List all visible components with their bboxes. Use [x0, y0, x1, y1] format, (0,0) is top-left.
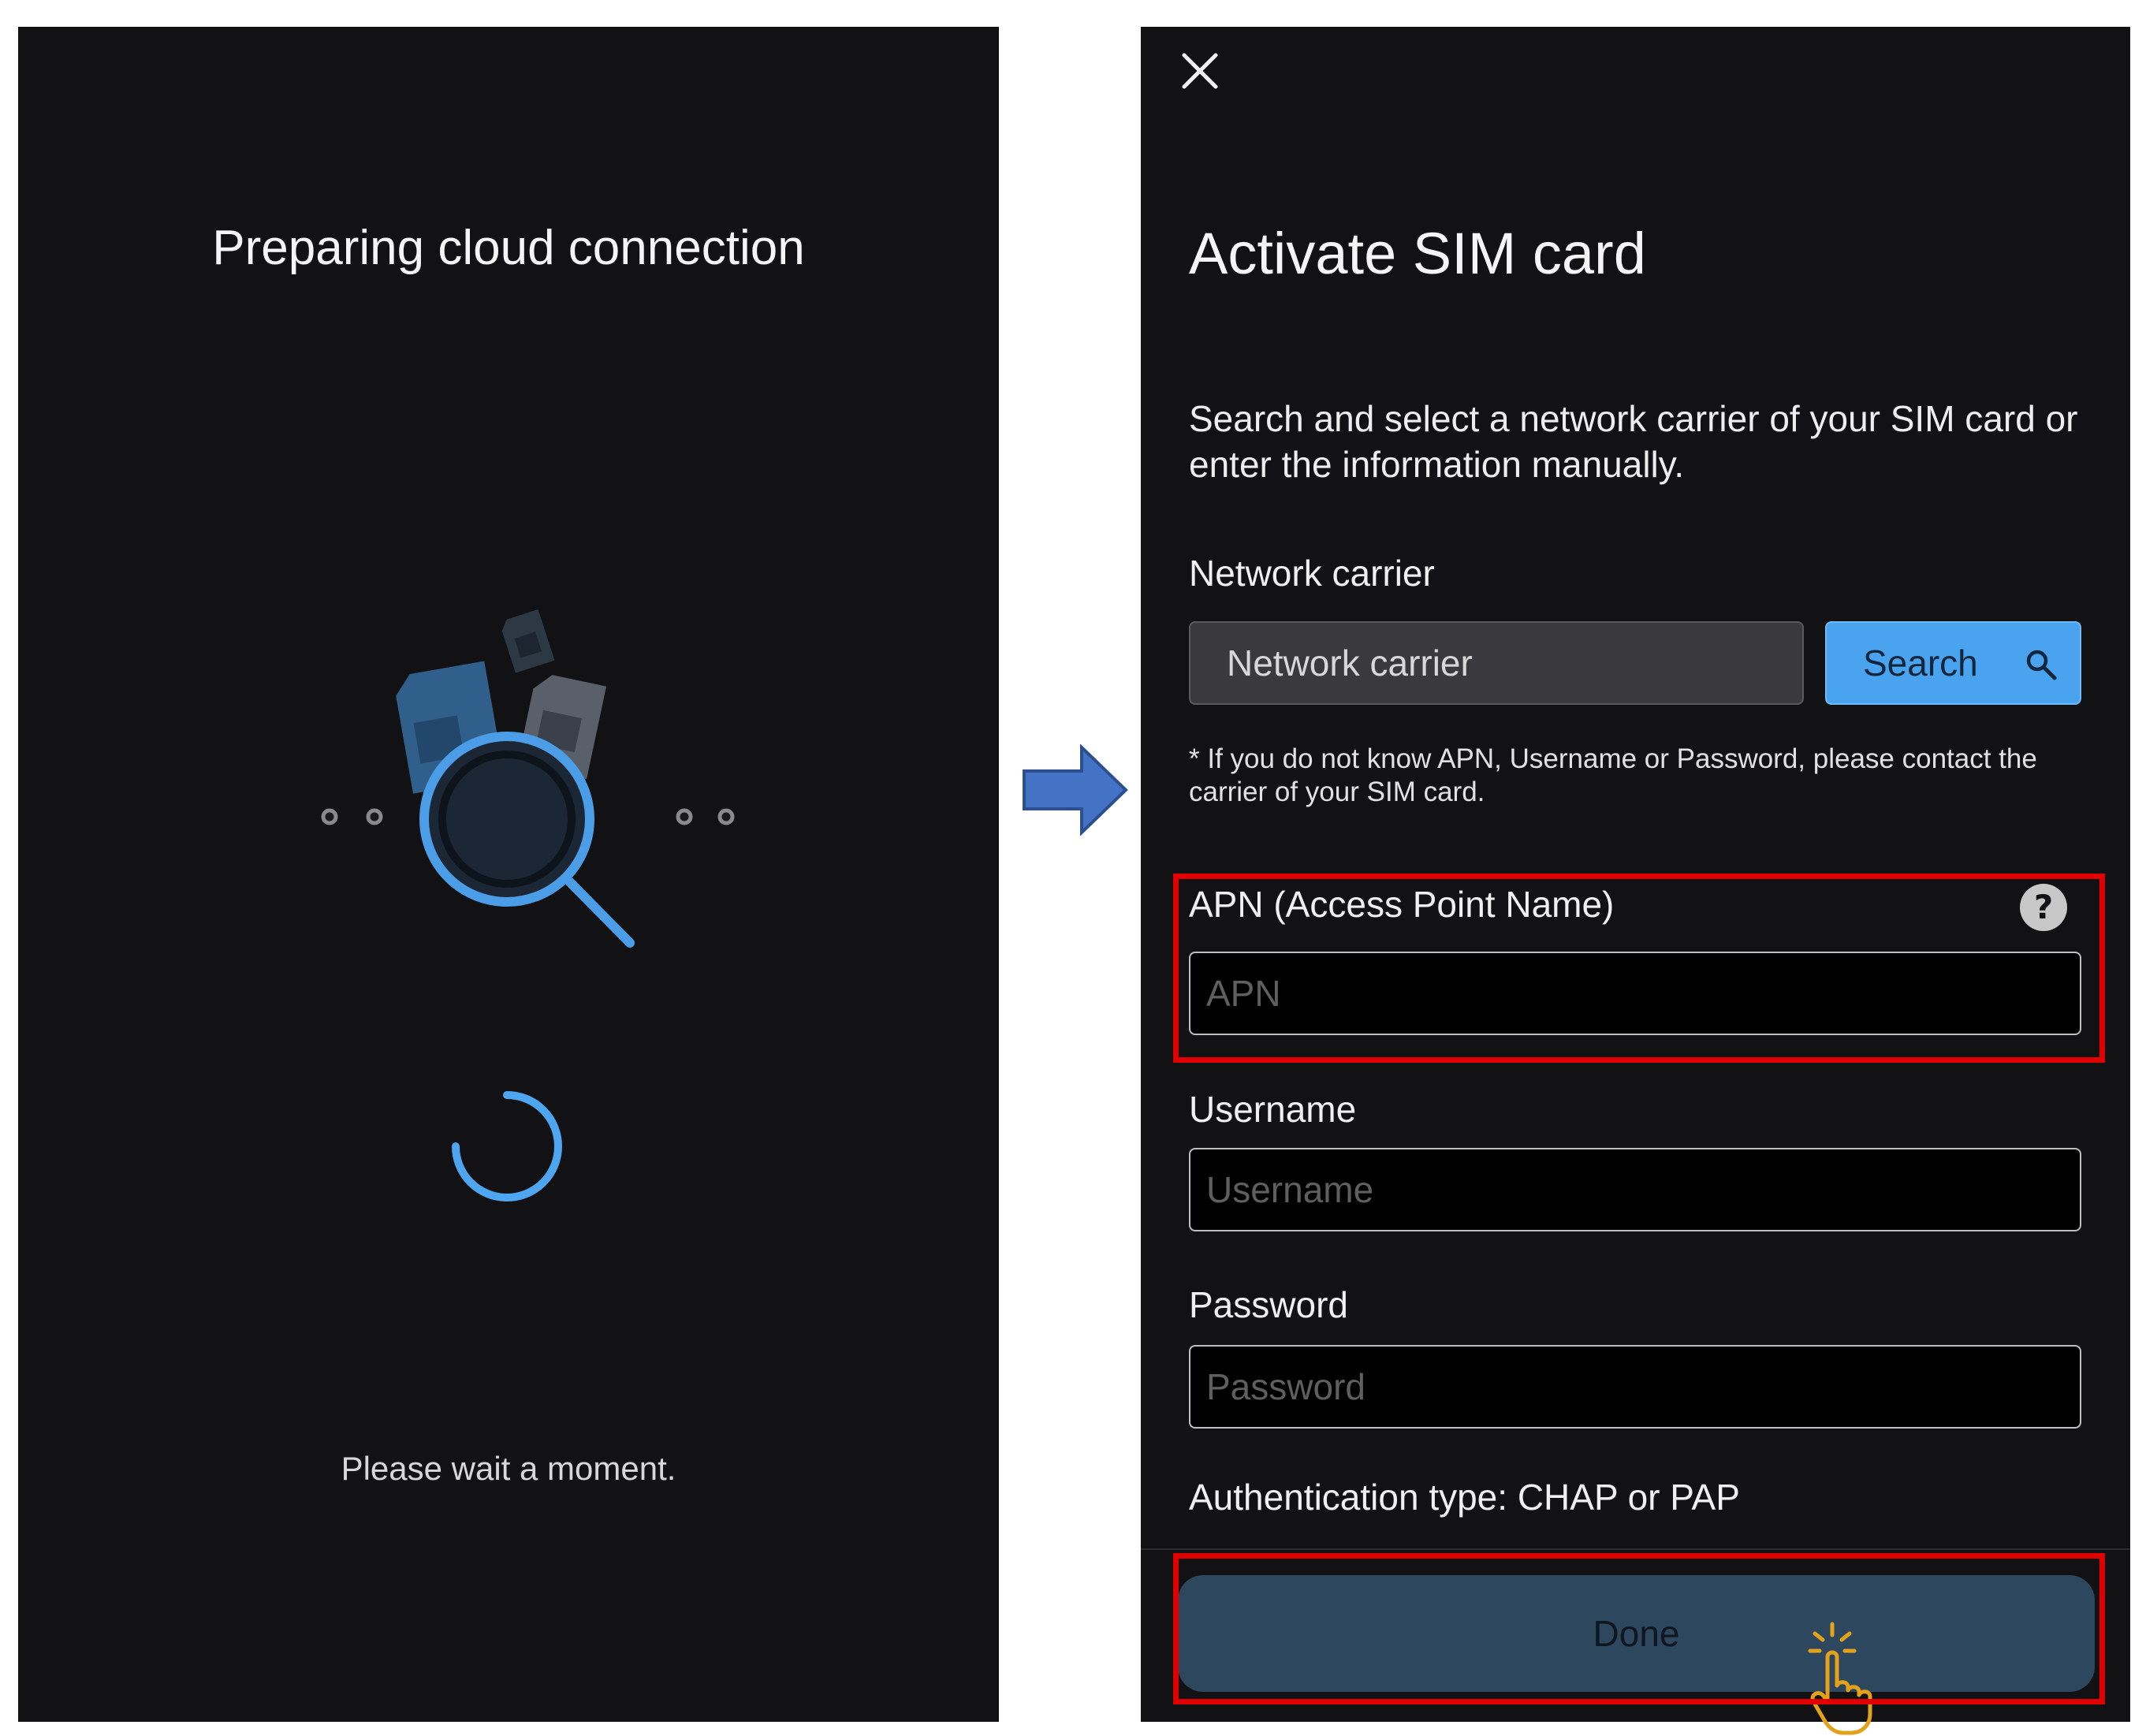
description-text: Search and select a network carrier of y… — [1189, 398, 2078, 485]
carrier-note: * If you do not know APN, Username or Pa… — [1189, 743, 2037, 807]
search-button-label: Search — [1863, 643, 1978, 684]
close-icon[interactable] — [1178, 49, 1222, 93]
auth-type-text: Authentication type: CHAP or PAP — [1189, 1477, 1740, 1518]
loading-spinner-icon — [452, 1091, 562, 1201]
page-title: Preparing cloud connection — [212, 221, 805, 275]
page-title: Activate SIM card — [1189, 221, 1646, 286]
password-input[interactable] — [1189, 1345, 2081, 1429]
network-carrier-input[interactable] — [1189, 621, 1804, 705]
done-highlight-box — [1173, 1553, 2105, 1704]
sim-search-illustration-icon — [321, 609, 735, 948]
search-button[interactable]: Search — [1825, 621, 2081, 705]
username-input[interactable] — [1189, 1148, 2081, 1231]
username-label: Username — [1189, 1089, 1357, 1130]
search-icon — [2026, 650, 2057, 680]
divider — [1141, 1548, 2130, 1550]
wait-message: Please wait a moment. — [341, 1450, 676, 1487]
password-label: Password — [1189, 1284, 1348, 1325]
arrow-right-icon — [1023, 744, 1128, 836]
network-carrier-label: Network carrier — [1189, 553, 1435, 594]
apn-highlight-box — [1173, 874, 2105, 1063]
preparing-screen: Preparing cloud connection Please wait a… — [18, 27, 999, 1722]
